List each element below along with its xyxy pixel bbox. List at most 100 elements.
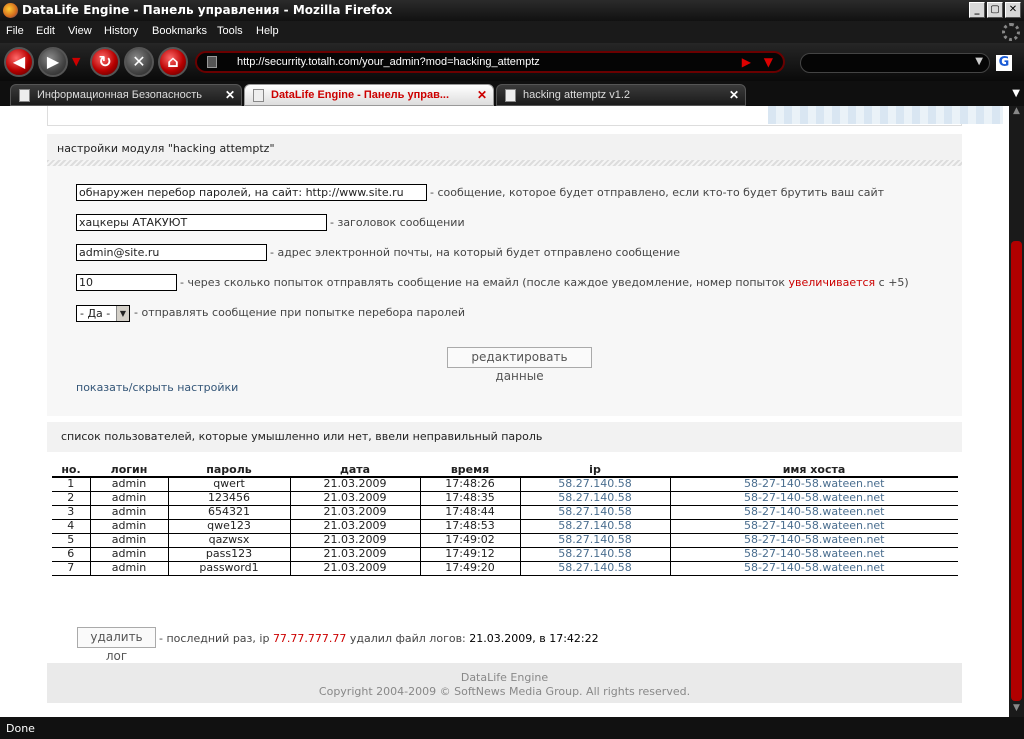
chevron-down-icon[interactable]: ▼ — [116, 306, 129, 321]
scroll-up-icon[interactable]: ▲ — [1009, 106, 1024, 120]
close-window-button[interactable]: ✕ — [1005, 2, 1021, 18]
column-header-ip: ip — [520, 463, 670, 478]
cell-hostname[interactable]: 58-27-140-58.wateen.net — [669, 561, 958, 576]
minimize-button[interactable]: _ — [969, 2, 985, 18]
send-description: - отправлять сообщение при попытке переб… — [134, 306, 466, 319]
google-icon[interactable]: G — [996, 55, 1012, 71]
cell-password: 123456 — [167, 491, 290, 506]
send-select-value: - Да - — [80, 307, 111, 320]
cell-login: admin — [89, 491, 168, 506]
cell-ip[interactable]: 58.27.140.58 — [519, 533, 670, 548]
footer-product: DataLife Engine — [460, 671, 549, 684]
cell-time: 17:49:02 — [419, 533, 520, 548]
cell-hostname[interactable]: 58-27-140-58.wateen.net — [669, 477, 958, 492]
send-select[interactable]: - Да - ▼ — [76, 305, 130, 322]
cell-ip[interactable]: 58.27.140.58 — [519, 477, 670, 492]
cell-ip[interactable]: 58.27.140.58 — [519, 505, 670, 520]
menu-history[interactable]: History — [104, 25, 138, 37]
table-row: 1 admin qwert 21.03.2009 17:48:26 58.27.140.5… — [52, 477, 958, 492]
cell-hostname[interactable]: 58-27-140-58.wateen.net — [669, 519, 958, 534]
menu-file[interactable]: File — [6, 25, 24, 37]
cell-time: 17:48:53 — [419, 519, 520, 534]
menu-bar: File Edit View History Bookmarks Tools H… — [0, 21, 1024, 43]
stop-button[interactable]: ✕ — [124, 47, 154, 77]
tab-label: DataLife Engine - Панель управ... — [271, 89, 450, 101]
reload-button[interactable]: ↻ — [90, 47, 120, 77]
status-bar: Done — [0, 717, 1024, 739]
table-row: 5 admin qazwsx 21.03.2009 17:49:02 58.27.140.… — [52, 533, 958, 548]
tab-favicon-icon — [505, 89, 516, 102]
tab-info-security[interactable]: Информационная Безопасность ✕ — [10, 84, 242, 106]
cell-hostname[interactable]: 58-27-140-58.wateen.net — [669, 491, 958, 506]
go-icon[interactable]: ▶ — [742, 55, 751, 69]
vertical-scrollbar[interactable]: ▲ ▼ — [1009, 106, 1024, 717]
close-tab-icon[interactable]: ✕ — [477, 88, 487, 102]
menu-bookmarks[interactable]: Bookmarks — [152, 25, 207, 37]
subject-field[interactable]: хацкеры АТАКУЮТ — [76, 214, 327, 231]
cell-time: 17:48:26 — [419, 477, 520, 492]
attempts-desc-text: - через сколько попыток отправлять сообщ… — [180, 276, 789, 289]
menu-tools[interactable]: Tools — [217, 25, 243, 37]
attempts-field[interactable]: 10 — [76, 274, 177, 291]
cell-time: 17:48:44 — [419, 505, 520, 520]
subject-description: - заголовок сообщении — [330, 216, 465, 229]
url-bar[interactable]: http://securrity.totalh.com/your_admin?m… — [195, 51, 785, 73]
cell-hostname[interactable]: 58-27-140-58.wateen.net — [669, 533, 958, 548]
cell-password: pass123 — [167, 547, 290, 562]
search-dropdown-icon[interactable]: ▼ — [975, 56, 983, 67]
last-deletion-date: 21.03.2009, в 17:42:22 — [469, 632, 599, 645]
page-footer: DataLife Engine Copyright 2004-2009 © So… — [47, 663, 962, 703]
cell-date: 21.03.2009 — [289, 491, 420, 506]
search-input[interactable]: ▼ — [800, 53, 990, 73]
table-header-row: но. логин пароль дата время ip имя хоста — [52, 463, 958, 478]
tab-hacking-attemptz[interactable]: hacking attemptz v1.2 ✕ — [496, 84, 746, 106]
scroll-down-icon[interactable]: ▼ — [1009, 703, 1024, 717]
maximize-button[interactable]: ▢ — [987, 2, 1003, 18]
close-tab-icon[interactable]: ✕ — [225, 88, 235, 102]
last-deletion-text-2: удалил файл логов: — [346, 632, 470, 645]
log-title: список пользователей, которые умышленно … — [61, 430, 543, 443]
email-field[interactable]: admin@site.ru — [76, 244, 267, 261]
tab-datalife[interactable]: DataLife Engine - Панель управ... ✕ — [244, 84, 494, 106]
message-field[interactable]: обнаружен перебор паролей, на сайт: http… — [76, 184, 427, 201]
cell-number: 4 — [52, 519, 90, 534]
cell-hostname[interactable]: 58-27-140-58.wateen.net — [669, 505, 958, 520]
list-all-tabs-icon[interactable]: ▼ — [1012, 88, 1020, 99]
close-tab-icon[interactable]: ✕ — [729, 88, 739, 102]
settings-header: настройки модуля "hacking attemptz" — [47, 134, 962, 166]
back-button[interactable]: ◀ — [4, 47, 34, 77]
cell-ip[interactable]: 58.27.140.58 — [519, 519, 670, 534]
window-titlebar: DataLife Engine - Панель управления - Mo… — [0, 0, 1024, 21]
attempts-desc-tail: с +5) — [875, 276, 909, 289]
cell-ip[interactable]: 58.27.140.58 — [519, 561, 670, 576]
tab-bar: Информационная Безопасность ✕ DataLife E… — [0, 81, 1024, 106]
attempts-desc-highlight: увеличивается — [788, 276, 876, 289]
last-deletion-ip: 77.77.777.77 — [272, 632, 347, 645]
home-button[interactable]: ⌂ — [158, 47, 188, 77]
url-text: http://securrity.totalh.com/your_admin?m… — [237, 56, 540, 68]
cell-number: 7 — [52, 561, 90, 576]
email-description: - адрес электронной почты, на который бу… — [270, 246, 681, 259]
edit-data-button[interactable]: редактировать данные — [447, 347, 592, 383]
tab-favicon-icon — [253, 89, 264, 102]
cell-date: 21.03.2009 — [289, 519, 420, 534]
cell-password: qwert — [167, 477, 290, 492]
cell-ip[interactable]: 58.27.140.58 — [519, 491, 670, 506]
history-dropdown-icon[interactable]: ▼ — [72, 55, 80, 68]
cell-ip[interactable]: 58.27.140.58 — [519, 547, 670, 562]
column-header-hostname: имя хоста — [670, 463, 958, 478]
forward-button[interactable]: ▶ — [38, 47, 68, 77]
cell-hostname[interactable]: 58-27-140-58.wateen.net — [669, 547, 958, 562]
delete-log-button[interactable]: удалить лог — [77, 627, 156, 663]
menu-help[interactable]: Help — [256, 25, 279, 37]
menu-edit[interactable]: Edit — [36, 25, 55, 37]
cell-number: 1 — [52, 477, 90, 492]
cell-number: 5 — [52, 533, 90, 548]
scrollbar-thumb[interactable] — [1011, 241, 1022, 701]
menu-view[interactable]: View — [68, 25, 92, 37]
cell-date: 21.03.2009 — [289, 477, 420, 492]
column-header-login: логин — [90, 463, 168, 478]
cell-time: 17:48:35 — [419, 491, 520, 506]
toggle-settings-link[interactable]: показать/скрыть настройки — [76, 381, 238, 394]
url-dropdown-icon[interactable]: ▼ — [764, 55, 773, 69]
